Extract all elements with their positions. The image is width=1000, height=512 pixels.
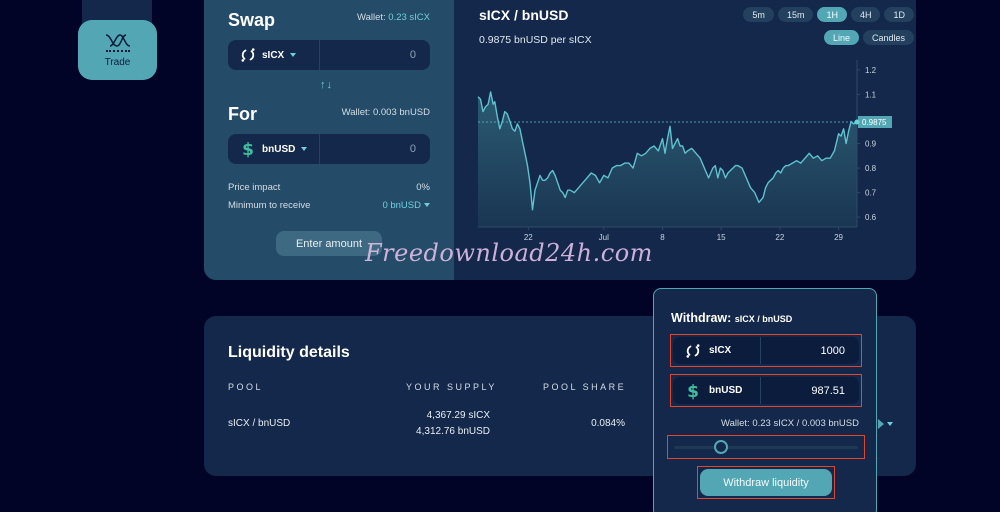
tab-mode-line[interactable]: Line xyxy=(823,30,859,45)
y-tick-label: 0.7 xyxy=(865,189,877,198)
withdraw-bnusd-symbol: bnUSD xyxy=(709,385,743,396)
supply-bnusd: 4,312.76 bnUSD xyxy=(416,426,490,437)
to-amount-input[interactable]: 0 xyxy=(320,143,430,155)
dollar-icon: $ xyxy=(687,382,699,400)
wallet-value[interactable]: 0.23 sICX xyxy=(388,12,430,23)
withdraw-liquidity-button[interactable]: Withdraw liquidity xyxy=(700,469,832,496)
withdraw-bnusd-token: $ bnUSD xyxy=(673,377,761,404)
tab-timeframe-5m[interactable]: 5m xyxy=(743,7,774,22)
withdraw-title: Withdraw: sICX / bnUSD xyxy=(671,311,792,325)
column-header-pool: POOL xyxy=(228,382,264,392)
tab-mode-candles[interactable]: Candles xyxy=(862,30,914,45)
withdraw-wallet-balance: Wallet: 0.23 sICX / 0.003 bnUSD xyxy=(721,418,859,429)
chevron-down-icon xyxy=(424,203,430,208)
column-header-pool-share: POOL SHARE xyxy=(543,382,627,392)
icx-icon xyxy=(686,343,700,358)
withdraw-pair: sICX / bnUSD xyxy=(734,314,793,324)
sidebar-item-trade[interactable]: Trade xyxy=(78,20,157,80)
min-receive-dropdown[interactable]: 0 bnUSD xyxy=(382,200,430,211)
x-tick-label: 22 xyxy=(775,233,784,242)
svg-text:$: $ xyxy=(242,140,254,158)
svg-text:$: $ xyxy=(687,382,699,400)
tab-timeframe-4h[interactable]: 4H xyxy=(850,7,881,22)
y-tick-label: 1.1 xyxy=(865,90,877,99)
swap-title: Swap xyxy=(228,10,276,30)
price-chart[interactable]: 22 Jul 8 15 22 290.60.70.80.91.11.20.9875 xyxy=(455,55,915,255)
wallet-label: Wallet: xyxy=(356,12,386,23)
timeframe-tabs: 5m 15m 1H 4H 1D xyxy=(743,7,914,22)
chevron-down-icon xyxy=(301,147,308,151)
tab-timeframe-1d[interactable]: 1D xyxy=(884,7,914,22)
x-tick-label: 8 xyxy=(660,233,665,242)
dollar-icon: $ xyxy=(242,140,254,158)
withdraw-popup: Withdraw: sICX / bnUSD sICX 1000 $ bnUSD… xyxy=(653,288,877,512)
chevron-down-icon[interactable] xyxy=(887,422,893,426)
price-area xyxy=(478,91,857,228)
swap-arrows-icon[interactable]: ↑↓ xyxy=(320,79,333,91)
x-tick-label: 15 xyxy=(717,233,726,242)
x-tick-label: 29 xyxy=(834,233,843,242)
y-tick-label: 0.6 xyxy=(865,213,877,222)
withdraw-amount-slider[interactable] xyxy=(667,435,865,459)
withdraw-sicx-field: sICX 1000 xyxy=(670,334,862,367)
popup-pointer-icon xyxy=(878,419,884,429)
from-token-input: sICX 0 xyxy=(228,40,430,70)
min-receive-value: 0 bnUSD xyxy=(382,200,421,211)
swap-panel: Swap Wallet: 0.23 sICX sICX 0 ↑↓ For Wal… xyxy=(204,0,454,280)
for-title: For xyxy=(228,104,257,124)
from-wallet-balance: Wallet: 0.23 sICX xyxy=(357,12,430,23)
tab-timeframe-1h[interactable]: 1H xyxy=(817,7,847,22)
to-wallet-balance: Wallet: 0.003 bnUSD xyxy=(341,107,430,118)
withdraw-sicx-input[interactable]: 1000 xyxy=(761,345,859,357)
withdraw-sicx-symbol: sICX xyxy=(709,345,732,356)
tab-timeframe-15m[interactable]: 15m xyxy=(777,7,814,22)
price-impact-label: Price impact xyxy=(228,182,281,193)
watermark-text: Freedownload24h.com xyxy=(365,239,653,267)
y-tick-label: 1.2 xyxy=(865,66,877,75)
current-price-dot xyxy=(854,119,860,125)
to-token-select[interactable]: $ bnUSD xyxy=(228,134,320,164)
y-tick-label: 0.9 xyxy=(865,140,877,149)
pool-share-value: 0.084% xyxy=(591,418,625,429)
sidebar-item-label: Trade xyxy=(104,57,131,68)
icx-icon xyxy=(241,48,255,62)
trade-icon-underline xyxy=(105,50,130,52)
supply-sicx: 4,367.29 sICX xyxy=(426,410,490,421)
y-tick-label: 0.8 xyxy=(865,164,877,173)
column-header-your-supply: YOUR SUPPLY xyxy=(406,382,497,392)
price-impact-row: Price impact 0% xyxy=(228,182,430,193)
from-token-select[interactable]: sICX xyxy=(228,40,320,70)
slider-thumb[interactable] xyxy=(713,440,728,454)
chart-price-text: 0.9875 bnUSD per sICX xyxy=(479,34,592,46)
from-amount-input[interactable]: 0 xyxy=(320,49,430,61)
chevron-down-icon xyxy=(290,53,297,57)
withdraw-bnusd-field: $ bnUSD 987.51 xyxy=(670,374,862,407)
min-receive-row: Minimum to receive 0 bnUSD xyxy=(228,200,430,211)
withdraw-sicx-token: sICX xyxy=(673,337,761,364)
pool-name: sICX / bnUSD xyxy=(228,418,291,429)
withdraw-title-label: Withdraw: xyxy=(671,311,732,325)
to-token-symbol: bnUSD xyxy=(262,143,296,155)
withdraw-button-highlight: Withdraw liquidity xyxy=(697,466,835,499)
slider-track[interactable] xyxy=(674,446,858,449)
withdraw-bnusd-input[interactable]: 987.51 xyxy=(761,385,859,397)
min-receive-label: Minimum to receive xyxy=(228,200,311,211)
liquidity-title: Liquidity details xyxy=(228,344,350,361)
app-root: Trade Swap Wallet: 0.23 sICX sICX 0 ↑↓ F… xyxy=(0,0,1000,512)
current-price-label: 0.9875 xyxy=(862,118,887,127)
to-token-input: $ bnUSD 0 xyxy=(228,134,430,164)
trade-wave-icon xyxy=(105,34,130,47)
from-token-symbol: sICX xyxy=(262,49,285,61)
price-impact-value: 0% xyxy=(416,182,430,193)
chart-pair-title: sICX / bnUSD xyxy=(479,7,569,23)
chart-mode-tabs: Line Candles xyxy=(823,30,914,45)
